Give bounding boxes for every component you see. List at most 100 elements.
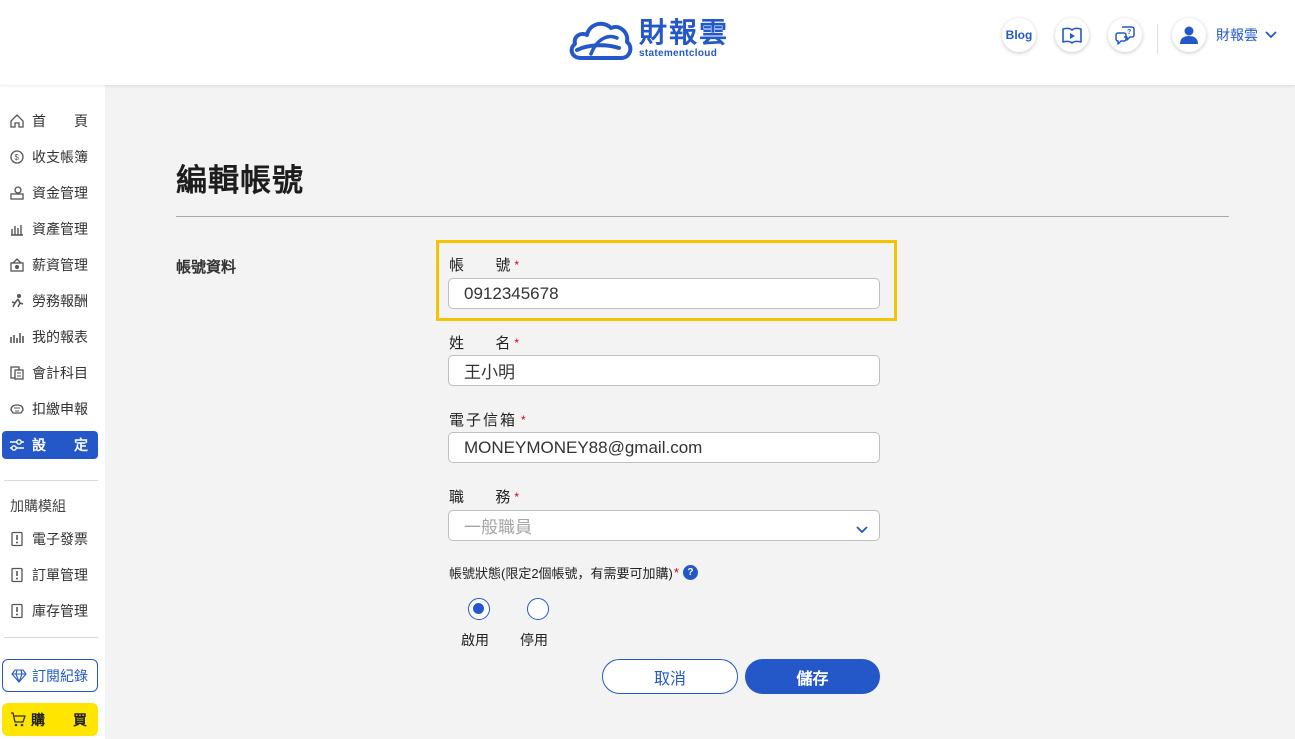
sidebar: 首 頁 $ 收支帳簿 資金管理 資產管理 薪資管理 勞務報酬 我的報表 會計科目…: [0, 85, 105, 739]
label-char: 姓: [449, 335, 465, 352]
email-label: 電子信箱 *: [449, 409, 528, 430]
sidebar-item-label: 資金管理: [32, 185, 88, 201]
video-book-icon: [1062, 27, 1082, 44]
required-mark: *: [514, 489, 519, 504]
required-mark: *: [514, 257, 519, 272]
sidebar-item-settings[interactable]: 設 定: [2, 431, 98, 459]
buy-label: 購 買: [31, 711, 87, 728]
subscription-record-label: 訂閱紀錄: [32, 667, 88, 684]
email-input[interactable]: MONEYMONEY88@gmail.com: [448, 432, 880, 463]
coin-icon: $: [8, 148, 26, 166]
logo-english-text: statementcloud: [639, 48, 718, 59]
help-chat-button[interactable]: ?: [1108, 18, 1142, 52]
sidebar-item-label: 設 定: [32, 437, 88, 453]
role-select[interactable]: 一般職員: [448, 510, 880, 541]
user-name: 財報雲: [1216, 27, 1258, 43]
assets-icon: [8, 220, 26, 238]
chart-icon: [8, 328, 26, 346]
sidebar-item-label: 勞務報酬: [32, 293, 88, 309]
sidebar-item-withholding[interactable]: 扣繳申報: [2, 395, 98, 423]
header-divider: [1157, 24, 1158, 54]
label-char: 號: [495, 257, 511, 274]
name-input[interactable]: 王小明: [448, 355, 880, 386]
label-char: 名: [495, 335, 511, 352]
video-tutorial-button[interactable]: [1055, 18, 1089, 52]
buy-button[interactable]: 購 買: [2, 703, 98, 736]
diamond-icon: [11, 668, 27, 683]
sidebar-item-label: 首 頁: [32, 113, 88, 129]
sidebar-item-label: 扣繳申報: [32, 401, 88, 417]
account-input[interactable]: 0912345678: [448, 278, 880, 309]
top-header: 財報雲 statementcloud Blog ? 財報雲: [0, 0, 1295, 85]
addon-section-label: 加購模組: [10, 498, 66, 514]
sidebar-item-home[interactable]: 首 頁: [2, 107, 98, 135]
logo-chinese-text: 財報雲: [639, 16, 730, 49]
help-chat-icon: ?: [1115, 26, 1135, 45]
name-label: 姓 名 *: [449, 332, 519, 353]
sidebar-item-label: 收支帳簿: [32, 149, 88, 165]
sidebar-item-labor[interactable]: 勞務報酬: [2, 287, 98, 315]
status-enabled-label: 啟用: [461, 632, 489, 648]
sidebar-item-inventory[interactable]: 庫存管理: [2, 597, 98, 625]
label-char: 務: [495, 489, 511, 506]
required-mark: *: [673, 565, 679, 580]
sidebar-item-ledger-book[interactable]: $ 收支帳簿: [2, 143, 98, 171]
order-icon: [8, 566, 26, 584]
sidebar-item-accounts[interactable]: 會計科目: [2, 359, 98, 387]
cloud-logo-icon: [569, 21, 633, 60]
chevron-down-icon[interactable]: [1264, 30, 1278, 40]
sidebar-item-fund[interactable]: 資金管理: [2, 179, 98, 207]
role-label: 職 務 *: [449, 486, 519, 507]
sidebar-item-label: 訂單管理: [32, 567, 88, 583]
settings-sliders-icon: [8, 436, 26, 454]
sidebar-item-orders[interactable]: 訂單管理: [2, 561, 98, 589]
page-title: 編輯帳號: [176, 163, 304, 199]
status-enabled-radio[interactable]: [468, 598, 490, 620]
sidebar-item-label: 薪資管理: [32, 257, 88, 273]
required-mark: *: [521, 412, 528, 427]
account-status-label: 帳號狀態(限定2個帳號，有需要可加購) * ?: [449, 563, 698, 582]
status-disabled-label: 停用: [520, 632, 548, 648]
blog-button[interactable]: Blog: [1002, 18, 1036, 52]
required-mark: *: [514, 335, 519, 350]
user-menu[interactable]: 財報雲: [1172, 18, 1278, 52]
inventory-icon: [8, 602, 26, 620]
sidebar-item-reports[interactable]: 我的報表: [2, 323, 98, 351]
title-divider: [176, 216, 1229, 217]
cancel-button[interactable]: 取消: [602, 659, 738, 694]
svg-text:$: $: [15, 153, 20, 162]
sidebar-item-assets[interactable]: 資產管理: [2, 215, 98, 243]
subscription-record-button[interactable]: 訂閱紀錄: [2, 659, 98, 692]
label-char: 帳: [449, 257, 465, 274]
status-disabled-radio[interactable]: [527, 598, 549, 620]
user-avatar[interactable]: [1172, 18, 1206, 52]
user-icon: [1180, 26, 1198, 44]
account-status-text: 帳號狀態(限定2個帳號，有需要可加購): [449, 566, 673, 581]
labor-icon: [8, 292, 26, 310]
sidebar-divider: [4, 480, 98, 481]
account-label: 帳 號 *: [449, 254, 519, 275]
invoice-icon: [8, 530, 26, 548]
salary-icon: [8, 256, 26, 274]
svg-text:?: ?: [1127, 29, 1131, 36]
fund-icon: [8, 184, 26, 202]
sidebar-divider: [4, 637, 98, 638]
sidebar-item-e-invoice[interactable]: 電子發票: [2, 525, 98, 553]
section-title: 帳號資料: [176, 259, 237, 276]
cart-icon: [10, 712, 26, 727]
statementcloud-logo[interactable]: 財報雲 statementcloud: [567, 14, 729, 64]
question-help-icon[interactable]: ?: [682, 565, 698, 580]
sidebar-item-label: 電子發票: [32, 531, 88, 547]
role-select-value: 一般職員: [464, 518, 532, 537]
sidebar-item-label: 庫存管理: [32, 603, 88, 619]
ledger-icon: [8, 364, 26, 382]
tax-icon: [8, 400, 26, 418]
label-char: 職: [449, 489, 465, 506]
sidebar-item-salary[interactable]: 薪資管理: [2, 251, 98, 279]
chevron-down-icon: [855, 520, 869, 540]
home-icon: [8, 112, 26, 130]
sidebar-item-label: 會計科目: [32, 365, 88, 381]
sidebar-item-label: 資產管理: [32, 221, 88, 237]
email-label-text: 電子信箱: [449, 412, 518, 429]
save-button[interactable]: 儲存: [745, 659, 880, 694]
